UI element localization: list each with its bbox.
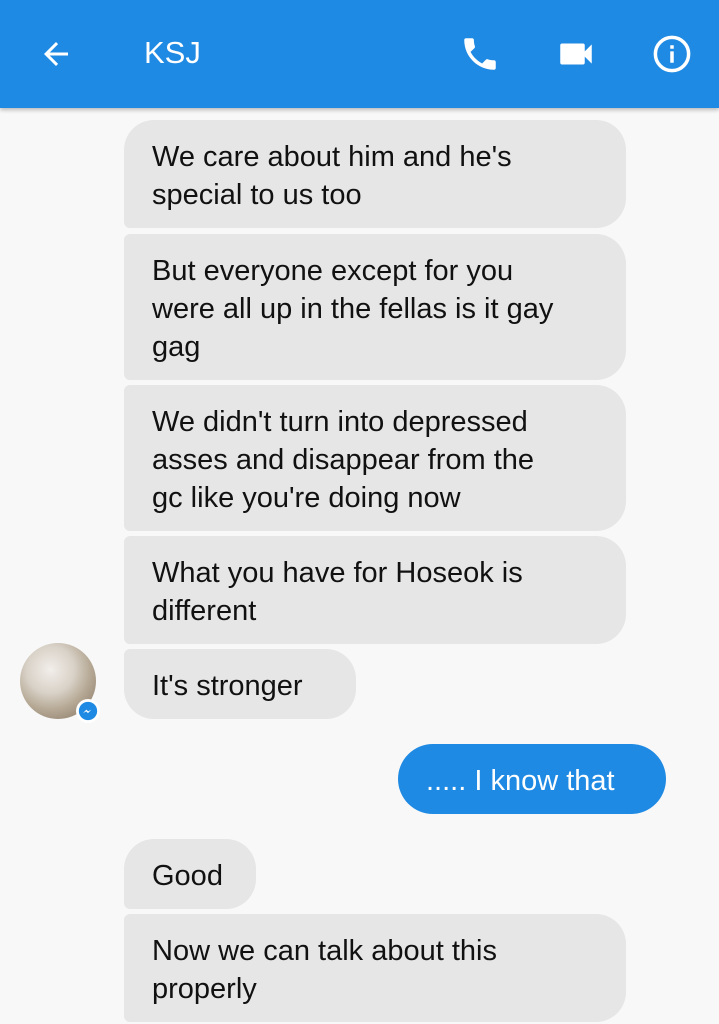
message-bubble[interactable]: But everyone except for you were all up … (124, 234, 626, 380)
sent-message-bubble[interactable]: ..... I know that (398, 744, 666, 814)
message-bubble[interactable]: What you have for Hoseok is different (124, 536, 626, 644)
back-button[interactable] (26, 24, 86, 84)
info-icon (653, 35, 691, 73)
call-button[interactable] (450, 24, 510, 84)
message-bubble[interactable]: We care about him and he's special to us… (124, 120, 626, 228)
conversation-title[interactable]: KSJ (144, 33, 201, 73)
app-bar: KSJ (0, 0, 719, 108)
arrow-left-icon (44, 42, 68, 66)
message-bubble[interactable]: Now we can talk about this properly (124, 914, 626, 1022)
message-thread[interactable]: We care about him and he's special to us… (0, 108, 719, 1024)
phone-icon (464, 38, 496, 70)
video-call-button[interactable] (546, 24, 606, 84)
message-bubble[interactable]: We didn't turn into depressed asses and … (124, 385, 626, 531)
message-bubble[interactable]: Good (124, 839, 256, 909)
messenger-badge (76, 699, 100, 723)
info-button[interactable] (642, 24, 702, 84)
video-camera-icon (560, 43, 592, 65)
message-bubble[interactable]: It's stronger (124, 649, 356, 719)
contact-avatar[interactable] (20, 643, 100, 723)
messenger-icon (78, 701, 98, 721)
